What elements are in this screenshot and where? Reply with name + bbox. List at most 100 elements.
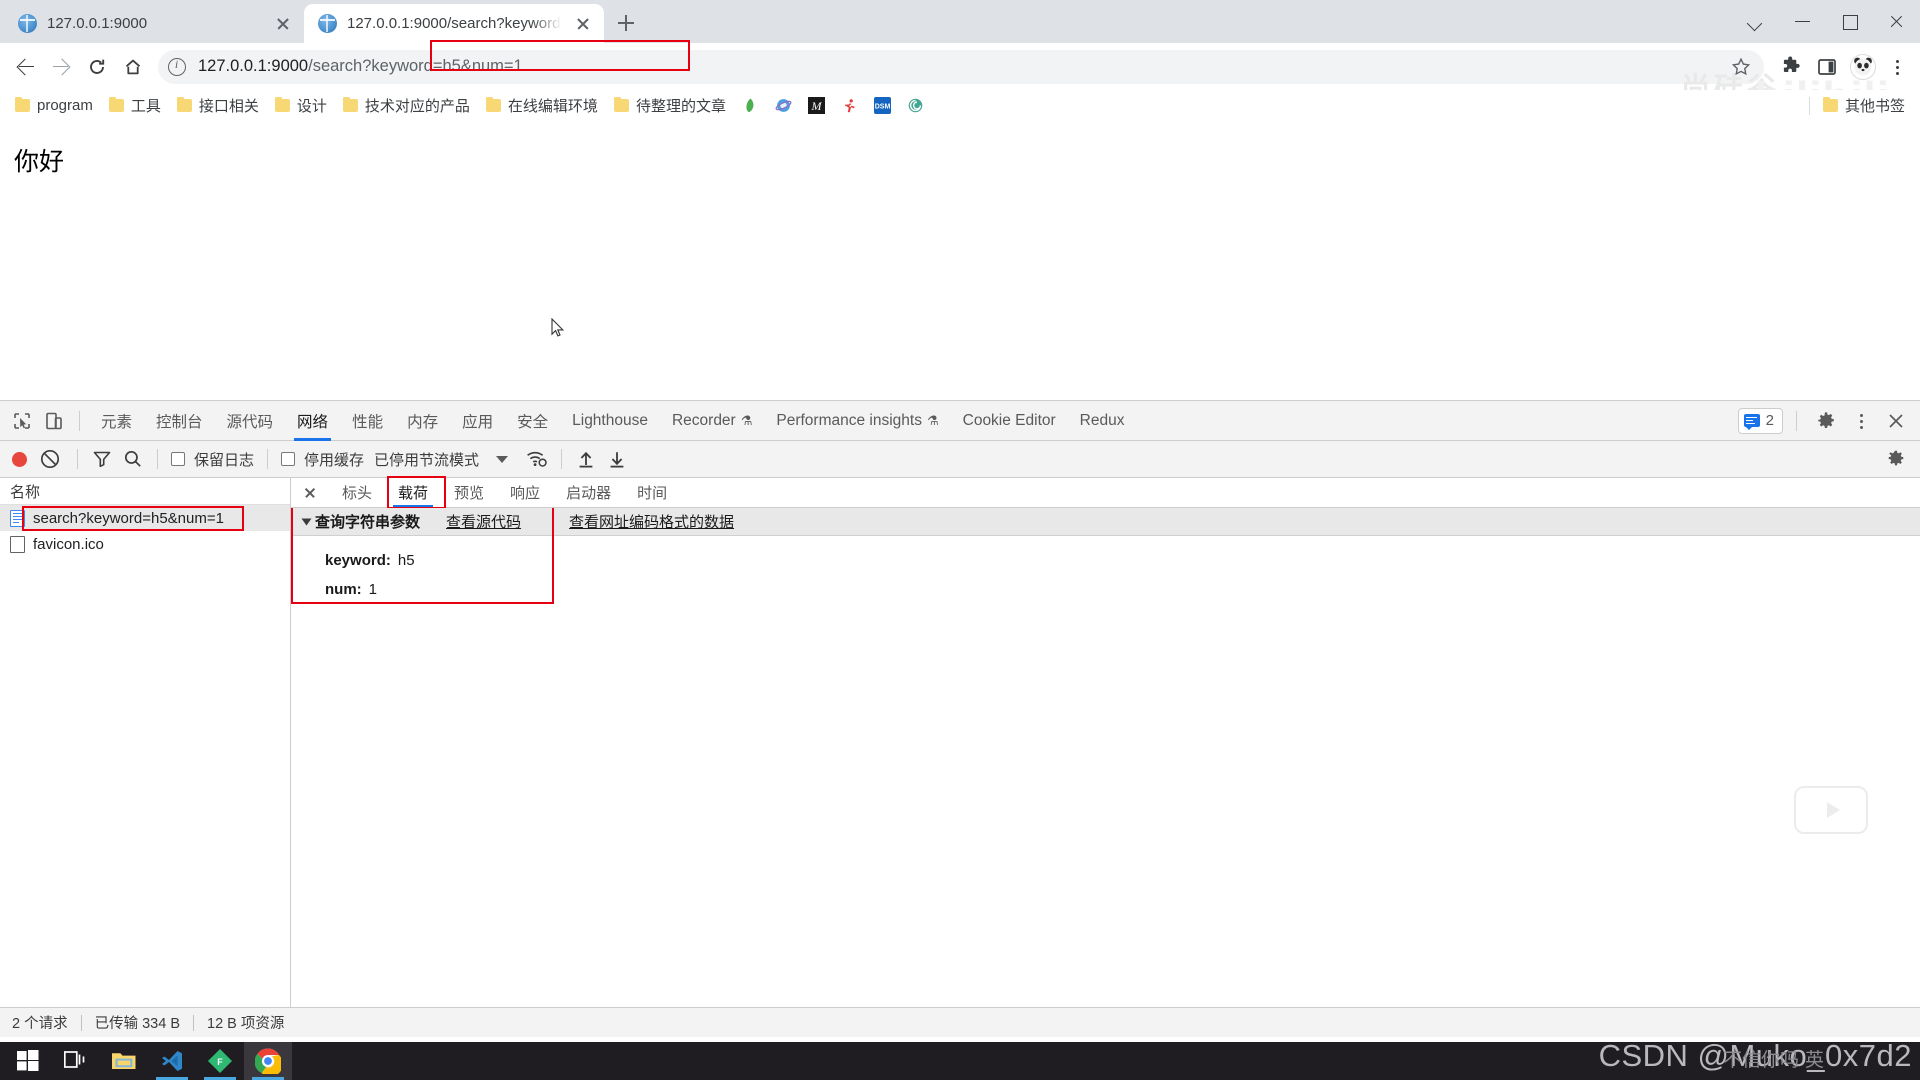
tab-title: 127.0.0.1:9000 — [47, 15, 262, 32]
bookmark-star-icon[interactable] — [1730, 56, 1752, 78]
search-icon[interactable] — [119, 446, 147, 472]
bookmark-program[interactable]: program — [8, 93, 100, 119]
tab-console[interactable]: 控制台 — [144, 401, 215, 441]
task-view-button[interactable] — [52, 1042, 100, 1080]
address-bar[interactable]: 127.0.0.1:9000/search?keyword=h5&num=1 — [158, 50, 1764, 84]
expand-triangle-icon[interactable] — [302, 518, 312, 525]
extensions-button[interactable] — [1774, 50, 1808, 84]
mouse-cursor — [551, 318, 565, 343]
bookmark-runner[interactable] — [834, 93, 865, 119]
sidepanel-button[interactable] — [1810, 50, 1844, 84]
view-source-link[interactable]: 查看源代码 — [446, 511, 521, 532]
disable-cache-checkbox[interactable]: 停用缓存 — [278, 449, 367, 470]
bookmark-planet[interactable] — [768, 93, 799, 119]
tab-label: 时间 — [637, 482, 667, 503]
tab-lighthouse[interactable]: Lighthouse — [560, 401, 660, 441]
query-string-header[interactable]: 查询字符串参数 查看源代码 查看网址编码格式的数据 — [291, 508, 1920, 536]
detail-tab-headers[interactable]: 标头 — [329, 478, 385, 508]
bookmark-online-editor[interactable]: 在线编辑环境 — [479, 93, 605, 119]
vscode-button[interactable] — [148, 1042, 196, 1080]
tab-label: 控制台 — [156, 410, 203, 432]
close-window-button[interactable] — [1873, 0, 1920, 43]
record-button[interactable] — [12, 452, 27, 467]
request-detail-pane: 标头 载荷 预览 响应 启动器 时间 查询字符串参数 查看源代码 查看网址编码格… — [291, 478, 1920, 1007]
import-har-icon[interactable] — [572, 446, 600, 472]
divider — [1796, 411, 1797, 431]
tab-security[interactable]: 安全 — [505, 401, 560, 441]
tab-network[interactable]: 网络 — [285, 401, 340, 441]
bookmark-tools[interactable]: 工具 — [102, 93, 168, 119]
network-conditions-icon[interactable] — [523, 446, 551, 472]
reload-button[interactable] — [80, 50, 114, 84]
tab-recorder[interactable]: Recorder ⚗ — [660, 401, 764, 441]
network-settings-icon[interactable] — [1882, 446, 1910, 472]
tab-elements[interactable]: 元素 — [89, 401, 144, 441]
file-explorer-button[interactable] — [100, 1042, 148, 1080]
bookmark-m-letter[interactable]: M — [801, 93, 832, 119]
query-param-rows: keyword: h5 num: 1 — [291, 536, 1920, 604]
bookmark-api[interactable]: 接口相关 — [170, 93, 266, 119]
minimize-button[interactable] — [1779, 0, 1826, 43]
issues-button[interactable]: 2 — [1738, 408, 1783, 434]
bookmark-design[interactable]: 设计 — [268, 93, 334, 119]
bookmark-tech-products[interactable]: 技术对应的产品 — [336, 93, 477, 119]
app-green-diamond-button[interactable]: F — [196, 1042, 244, 1080]
table-row[interactable]: search?keyword=h5&num=1 — [0, 505, 290, 531]
checkbox[interactable] — [281, 452, 295, 466]
issues-count: 2 — [1766, 412, 1774, 429]
tab-application[interactable]: 应用 — [450, 401, 505, 441]
detail-tab-response[interactable]: 响应 — [497, 478, 553, 508]
view-url-encoded-link[interactable]: 查看网址编码格式的数据 — [569, 511, 734, 532]
tab-label: 安全 — [517, 410, 548, 432]
forward-button[interactable] — [44, 50, 78, 84]
bookmark-spiral[interactable] — [900, 93, 931, 119]
bookmark-leaf[interactable] — [735, 93, 766, 119]
browser-tab-2[interactable]: 127.0.0.1:9000/search?keyword — [304, 4, 604, 43]
new-tab-button[interactable] — [610, 7, 642, 39]
inspect-element-icon[interactable] — [6, 406, 38, 436]
request-list-header: 名称 — [0, 478, 290, 505]
close-devtools-icon[interactable] — [1880, 406, 1912, 436]
close-icon[interactable] — [272, 13, 294, 35]
tab-redux[interactable]: Redux — [1068, 401, 1137, 441]
bookmark-dsm[interactable]: DSM — [867, 93, 898, 119]
other-bookmarks-button[interactable]: 其他书签 — [1816, 93, 1912, 119]
clear-button[interactable] — [37, 446, 63, 472]
svg-text:F: F — [217, 1057, 223, 1067]
detail-tab-payload[interactable]: 载荷 — [385, 478, 441, 508]
checkbox[interactable] — [171, 452, 185, 466]
bookmark-articles[interactable]: 待整理的文章 — [607, 93, 733, 119]
export-har-icon[interactable] — [603, 446, 631, 472]
tab-memory[interactable]: 内存 — [395, 401, 450, 441]
home-button[interactable] — [116, 50, 150, 84]
close-icon[interactable] — [572, 13, 594, 35]
tab-performance[interactable]: 性能 — [340, 401, 395, 441]
detail-tab-timing[interactable]: 时间 — [624, 478, 680, 508]
detail-tab-initiator[interactable]: 启动器 — [553, 478, 624, 508]
tab-cookie-editor[interactable]: Cookie Editor — [951, 401, 1068, 441]
more-options-icon[interactable] — [1846, 406, 1876, 436]
site-info-icon[interactable] — [168, 58, 186, 76]
close-detail-icon[interactable] — [299, 482, 321, 504]
page-heading: 你好 — [14, 150, 1920, 175]
maximize-button[interactable] — [1826, 0, 1873, 43]
tab-label: Recorder — [672, 412, 736, 430]
chrome-menu-button[interactable] — [1882, 50, 1912, 84]
start-button[interactable] — [4, 1042, 52, 1080]
chevron-down-icon[interactable] — [496, 456, 508, 463]
settings-gear-icon[interactable] — [1810, 406, 1842, 436]
device-toolbar-icon[interactable] — [38, 406, 70, 436]
back-button[interactable] — [8, 50, 42, 84]
chrome-button[interactable] — [244, 1042, 292, 1080]
browser-tab-1[interactable]: 127.0.0.1:9000 — [4, 4, 304, 43]
filter-icon[interactable] — [88, 446, 116, 472]
preserve-log-checkbox[interactable]: 保留日志 — [168, 449, 257, 470]
tab-sources[interactable]: 源代码 — [215, 401, 286, 441]
requests-count: 2 个请求 — [12, 1012, 68, 1033]
svg-text:DSM: DSM — [875, 104, 891, 111]
tab-performance-insights[interactable]: Performance insights ⚗ — [764, 401, 950, 441]
detail-tab-preview[interactable]: 预览 — [441, 478, 497, 508]
chevron-down-icon[interactable] — [1732, 0, 1779, 43]
profile-avatar-button[interactable] — [1846, 50, 1880, 84]
table-row[interactable]: favicon.ico — [0, 531, 290, 557]
